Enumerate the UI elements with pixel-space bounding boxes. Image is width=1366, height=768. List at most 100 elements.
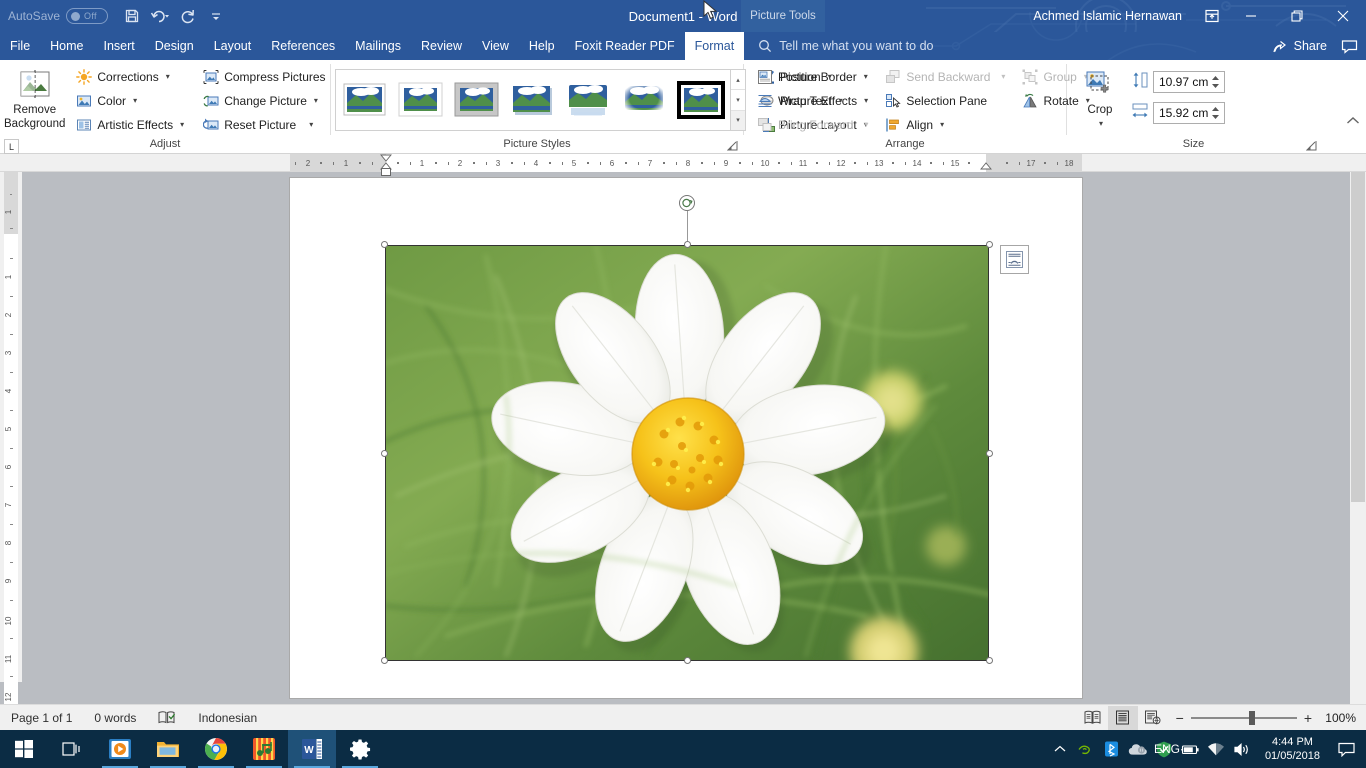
- read-mode-view-button[interactable]: [1078, 706, 1108, 730]
- tab-foxit-reader-pdf[interactable]: Foxit Reader PDF: [565, 32, 685, 60]
- vertical-ruler[interactable]: 1 1 2 3 4 5 6 7 8 9 10 11 12: [0, 172, 22, 704]
- taskbar-clock[interactable]: 4:44 PM 01/05/2018: [1255, 735, 1330, 763]
- picture-styles-dialog-launcher[interactable]: [726, 139, 739, 151]
- resize-handle-top-left[interactable]: [381, 241, 388, 248]
- document-vertical-scrollbar[interactable]: [1350, 172, 1366, 704]
- show-hidden-icons-chevron[interactable]: [1047, 730, 1073, 768]
- style-reflected-rounded-rectangle[interactable]: [562, 77, 616, 123]
- undo-icon[interactable]: [146, 3, 174, 29]
- print-layout-view-button[interactable]: [1107, 705, 1138, 730]
- wifi-tray-icon[interactable]: [1203, 730, 1229, 768]
- quick-access-toolbar[interactable]: AutoSave Off: [0, 3, 230, 29]
- minimize-button[interactable]: [1228, 0, 1274, 32]
- language-indicator[interactable]: Indonesian: [187, 711, 268, 725]
- tab-selector-button[interactable]: L: [4, 139, 19, 154]
- resize-handle-middle-right[interactable]: [986, 450, 993, 457]
- style-drop-shadow-rectangle[interactable]: [506, 77, 560, 123]
- resize-handle-top-center[interactable]: [684, 241, 691, 248]
- tab-design[interactable]: Design: [145, 32, 204, 60]
- web-layout-view-button[interactable]: [1138, 706, 1168, 730]
- share-icon[interactable]: [1272, 39, 1288, 54]
- resize-handle-bottom-center[interactable]: [684, 657, 691, 664]
- tab-home[interactable]: Home: [40, 32, 93, 60]
- taskbar-groove-music[interactable]: [240, 730, 288, 768]
- tab-format[interactable]: Format: [684, 32, 745, 60]
- zoom-thumb[interactable]: [1248, 710, 1255, 725]
- picture-styles-gallery[interactable]: [335, 69, 731, 131]
- picture-container[interactable]: [381, 195, 993, 664]
- tab-file[interactable]: File: [0, 32, 41, 60]
- style-soft-edge-rectangle[interactable]: [618, 77, 672, 123]
- gallery-more-button[interactable]: ▾: [731, 110, 745, 130]
- close-button[interactable]: [1320, 0, 1366, 32]
- horizontal-ruler[interactable]: 21 123 456 789 10 11 12 13 14 15 17 18: [0, 154, 1366, 176]
- zoom-slider[interactable]: − +: [1176, 710, 1312, 726]
- onedrive-tray-icon[interactable]: [1125, 730, 1151, 768]
- style-beveled-matte-white[interactable]: [394, 77, 448, 123]
- crop-button[interactable]: Crop ▾: [1075, 65, 1125, 130]
- shape-width-spinner[interactable]: [1211, 104, 1222, 122]
- customize-qat-icon[interactable]: [202, 3, 230, 29]
- taskbar-file-explorer[interactable]: [144, 730, 192, 768]
- align-button[interactable]: Align ▾: [880, 113, 1009, 136]
- battery-tray-icon[interactable]: [1177, 730, 1203, 768]
- restore-button[interactable]: [1274, 0, 1320, 32]
- gallery-scroll-up-button[interactable]: ▴: [731, 70, 745, 91]
- tell-me-search[interactable]: Tell me what you want to do: [744, 32, 933, 60]
- word-count[interactable]: 0 words: [83, 711, 147, 725]
- color-button[interactable]: Color ▾: [71, 89, 188, 112]
- reset-picture-button[interactable]: Reset Picture ▾: [198, 113, 329, 136]
- proofing-errors-icon[interactable]: [147, 710, 187, 725]
- flower-photo[interactable]: [385, 245, 989, 661]
- chevron-down-icon[interactable]: ▾: [1099, 118, 1103, 130]
- shape-width-field[interactable]: 15.92 cm: [1131, 100, 1225, 126]
- share-label[interactable]: Share: [1294, 39, 1327, 53]
- style-metal-frame[interactable]: [450, 77, 504, 123]
- volume-tray-icon[interactable]: [1229, 730, 1255, 768]
- position-button[interactable]: Position ▾: [752, 65, 872, 88]
- ribbon-display-options-icon[interactable]: [1196, 0, 1228, 32]
- layout-options-button[interactable]: [1000, 245, 1029, 274]
- shape-width-input[interactable]: 15.92 cm: [1153, 102, 1225, 124]
- tab-mailings[interactable]: Mailings: [345, 32, 411, 60]
- page-indicator[interactable]: Page 1 of 1: [0, 711, 83, 725]
- taskbar-media-player[interactable]: [96, 730, 144, 768]
- tab-view[interactable]: View: [472, 32, 519, 60]
- resize-handle-top-right[interactable]: [986, 241, 993, 248]
- redo-icon[interactable]: [174, 3, 202, 29]
- size-dialog-launcher[interactable]: [1305, 139, 1318, 151]
- artistic-effects-button[interactable]: Artistic Effects ▾: [71, 113, 188, 136]
- change-picture-button[interactable]: Change Picture ▾: [198, 89, 329, 112]
- shape-height-input[interactable]: 10.97 cm: [1153, 71, 1225, 93]
- tab-layout[interactable]: Layout: [204, 32, 262, 60]
- zoom-out-button[interactable]: −: [1176, 710, 1184, 726]
- zoom-in-button[interactable]: +: [1304, 710, 1312, 726]
- account-name[interactable]: Achmed Islamic Hernawan: [1033, 9, 1182, 23]
- zoom-track[interactable]: [1190, 710, 1297, 725]
- taskbar-language-indicator[interactable]: ENG: [1154, 730, 1180, 768]
- taskbar-word[interactable]: W: [288, 730, 336, 768]
- left-indent-marker[interactable]: [381, 168, 391, 176]
- nvidia-tray-icon[interactable]: [1073, 730, 1099, 768]
- action-center-icon[interactable]: [1330, 730, 1362, 768]
- autosave-toggle[interactable]: Off: [66, 8, 109, 24]
- resize-handle-bottom-left[interactable]: [381, 657, 388, 664]
- taskbar-settings[interactable]: [336, 730, 384, 768]
- zoom-level-label[interactable]: 100%: [1320, 711, 1356, 725]
- scrollbar-thumb[interactable]: [1351, 172, 1365, 502]
- tab-insert[interactable]: Insert: [94, 32, 145, 60]
- corrections-button[interactable]: Corrections ▾: [71, 65, 188, 88]
- remove-background-button[interactable]: Remove Background: [4, 65, 65, 130]
- collapse-ribbon-icon[interactable]: [1346, 113, 1360, 131]
- gallery-scroll-down-button[interactable]: ▾: [731, 90, 745, 111]
- rotate-handle[interactable]: [679, 195, 695, 211]
- task-view-button[interactable]: [48, 730, 96, 768]
- shape-height-field[interactable]: 10.97 cm: [1131, 69, 1225, 95]
- save-icon[interactable]: [118, 3, 146, 29]
- taskbar-chrome[interactable]: [192, 730, 240, 768]
- compress-pictures-button[interactable]: Compress Pictures: [198, 65, 329, 88]
- resize-handle-bottom-right[interactable]: [986, 657, 993, 664]
- style-simple-frame-white[interactable]: [338, 77, 392, 123]
- wrap-text-button[interactable]: Wrap Text ▾: [752, 89, 872, 112]
- tab-references[interactable]: References: [261, 32, 345, 60]
